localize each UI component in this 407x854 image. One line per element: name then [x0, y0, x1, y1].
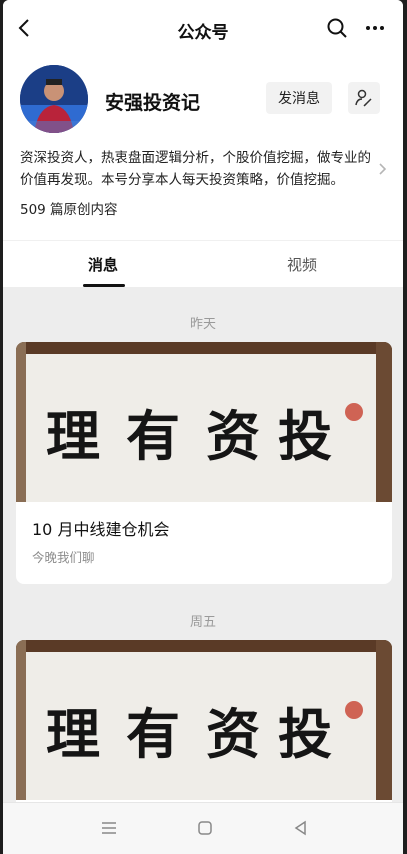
calligraphy-char: 有: [126, 702, 180, 766]
feed-date: 昨天: [189, 317, 216, 332]
calligraphy-char: 资: [206, 404, 260, 468]
calligraphy-cover-image: 理 有 资 投: [16, 342, 392, 502]
calligraphy-char: 资: [206, 702, 260, 766]
calligraphy-char: 理: [46, 404, 100, 468]
article-subtitle: 今晚我们聊: [32, 550, 95, 565]
article-title[interactable]: 10 月中线建仓机会: [32, 516, 169, 540]
calligraphy-char: 有: [126, 404, 180, 468]
avatar[interactable]: [20, 65, 88, 133]
account-description[interactable]: 资深投资人，热衷盘面逻辑分析，个股价值挖掘，做专业的价值再发现。本号分享本人每天…: [20, 147, 374, 191]
search-icon[interactable]: [323, 14, 351, 42]
active-tab-indicator: [83, 284, 125, 287]
send-message-button[interactable]: 发消息: [266, 82, 332, 114]
article-card[interactable]: 理 有 资 投 10 月中线建仓机会 今晚我们聊: [16, 342, 392, 584]
phone-screen: 公众号 安强投资记 发消息 资深投资人，热衷盘面逻辑分析，个股价值挖掘，做专业的…: [3, 0, 403, 854]
tab-messages[interactable]: 消息: [88, 254, 118, 275]
user-settings-icon[interactable]: [348, 82, 380, 114]
calligraphy-cover-image: 理 有 资 投: [16, 640, 392, 800]
original-article-count[interactable]: 509 篇原创内容: [20, 198, 118, 218]
calligraphy-char: 理: [46, 702, 100, 766]
system-navigation-bar: [3, 802, 403, 854]
content-tabs: 消息 视频: [3, 240, 403, 287]
tab-videos[interactable]: 视频: [287, 254, 317, 275]
home-square-icon[interactable]: [194, 817, 216, 839]
top-navigation-bar: 公众号: [3, 0, 403, 58]
menu-icon[interactable]: [98, 817, 120, 839]
feed-date: 周五: [189, 615, 216, 630]
account-name: 安强投资记: [105, 92, 201, 114]
back-triangle-icon[interactable]: [290, 817, 312, 839]
account-profile: 安强投资记 发消息 资深投资人，热衷盘面逻辑分析，个股价值挖掘，做专业的价值再发…: [3, 58, 403, 240]
calligraphy-char: 投: [278, 702, 332, 766]
more-dots-icon[interactable]: [361, 14, 389, 42]
calligraphy-char: 投: [278, 404, 332, 468]
chevron-right-icon[interactable]: [378, 161, 388, 180]
